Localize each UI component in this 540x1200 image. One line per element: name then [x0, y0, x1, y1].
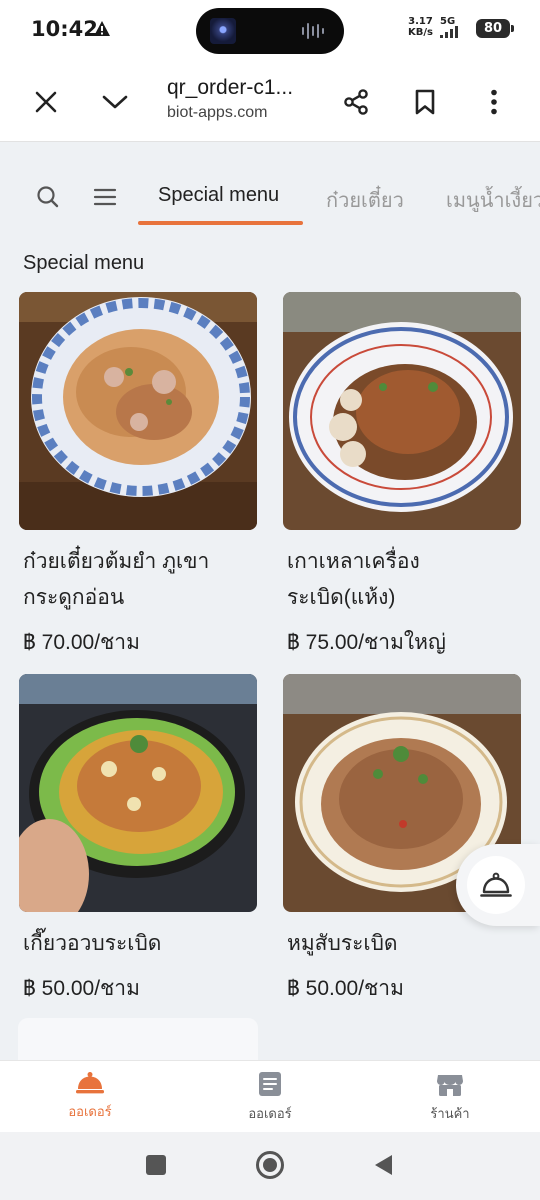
audio-wave-icon — [302, 22, 326, 40]
more-vertical-icon — [491, 89, 497, 115]
menu-item-price: ฿ 70.00/ชาม — [23, 631, 140, 654]
dynamic-island — [196, 8, 344, 54]
battery-indicator: 80 — [476, 19, 514, 38]
menu-item-card[interactable]: เกาเหลาเครื่องระเบิด(แห้ง) ฿ 75.00/ชามให… — [283, 292, 521, 659]
menu-item-name: เกาเหลาเครื่องระเบิด(แห้ง) — [287, 550, 420, 609]
nav-item-order-active[interactable]: ออเดอร์ — [30, 1071, 150, 1122]
warning-icon — [94, 21, 110, 36]
url-display[interactable]: qr_order-c1... biot-apps.com — [167, 76, 327, 122]
collapse-button[interactable] — [95, 82, 135, 122]
menu-item-price: ฿ 75.00/ชามใหญ่ — [287, 631, 446, 654]
network-speed-unit: KB/s — [408, 27, 433, 38]
order-list-icon — [259, 1072, 281, 1096]
page-domain: biot-apps.com — [167, 104, 268, 121]
nav-item-order-list[interactable]: ออเดอร์ — [210, 1071, 330, 1124]
menu-item-card[interactable]: ก๋วยเตี๋ยวต้มยำ ภูเขากระดูกอ่อน ฿ 70.00/… — [19, 292, 257, 659]
bookmark-icon — [415, 89, 435, 115]
call-staff-inner — [467, 856, 525, 914]
food-cloche-icon — [76, 1072, 104, 1094]
menu-item-name: หมูสับระเบิด — [287, 932, 398, 955]
back-button[interactable] — [372, 1153, 394, 1177]
home-button[interactable] — [255, 1150, 285, 1180]
signal-icon — [440, 26, 458, 38]
chevron-down-icon — [102, 95, 128, 109]
browser-toolbar: qr_order-c1... biot-apps.com — [0, 60, 540, 142]
nav-label: ออเดอร์ — [68, 1104, 112, 1119]
menu-item-price: ฿ 50.00/ชาม — [287, 977, 404, 1000]
tab-noodles[interactable]: ก๋วยเตี๋ยว — [326, 184, 404, 216]
bookmark-button[interactable] — [405, 82, 445, 122]
store-icon — [437, 1075, 463, 1096]
section-title: Special menu — [23, 252, 145, 274]
call-staff-button[interactable] — [456, 844, 540, 926]
food-image — [19, 674, 257, 912]
menu-list-icon[interactable] — [92, 184, 118, 210]
menu-item-name: เกี๊ยวอวบระเบิด — [23, 932, 162, 955]
food-image — [283, 292, 521, 530]
nav-label: ออเดอร์ — [248, 1106, 292, 1121]
food-image — [19, 292, 257, 530]
nav-label: ร้านค้า — [430, 1106, 470, 1121]
system-navigation-bar — [0, 1132, 540, 1200]
menu-item-name: ก๋วยเตี๋ยวต้มยำ ภูเขากระดูกอ่อน — [23, 550, 210, 609]
nav-item-store[interactable]: ร้านค้า — [390, 1071, 510, 1124]
tab-special-menu[interactable]: Special menu — [158, 184, 279, 207]
media-artwork-icon — [210, 18, 236, 44]
status-bar: 10:42 3.17 KB/s 5G 80 — [0, 0, 540, 60]
share-button[interactable] — [336, 82, 376, 122]
category-tabs: Special menu ก๋วยเตี๋ยว เมนูน้ำเงี้ยว — [0, 142, 540, 234]
active-tab-indicator — [138, 221, 303, 225]
menu-item-price: ฿ 50.00/ชาม — [23, 977, 140, 1000]
network-speed: 3.17 KB/s — [408, 16, 433, 38]
more-options-button[interactable] — [474, 82, 514, 122]
service-bell-icon — [480, 872, 512, 897]
menu-item-card[interactable]: เกี๊ยวอวบระเบิด ฿ 50.00/ชาม — [19, 674, 257, 1005]
close-icon — [35, 91, 57, 113]
menu-item-card[interactable]: หมูสับระเบิด ฿ 50.00/ชาม — [283, 674, 521, 1005]
status-time: 10:42 — [31, 17, 98, 41]
close-button[interactable] — [26, 82, 66, 122]
bottom-navigation: ออเดอร์ ออเดอร์ ร้านค้า — [0, 1060, 540, 1132]
tab-nam-ngiao[interactable]: เมนูน้ำเงี้ยว — [446, 184, 540, 216]
recent-apps-button[interactable] — [145, 1154, 167, 1176]
page-title: qr_order-c1... — [167, 76, 294, 99]
share-icon — [344, 89, 368, 115]
search-icon[interactable] — [35, 184, 61, 210]
network-speed-value: 3.17 — [408, 16, 433, 27]
